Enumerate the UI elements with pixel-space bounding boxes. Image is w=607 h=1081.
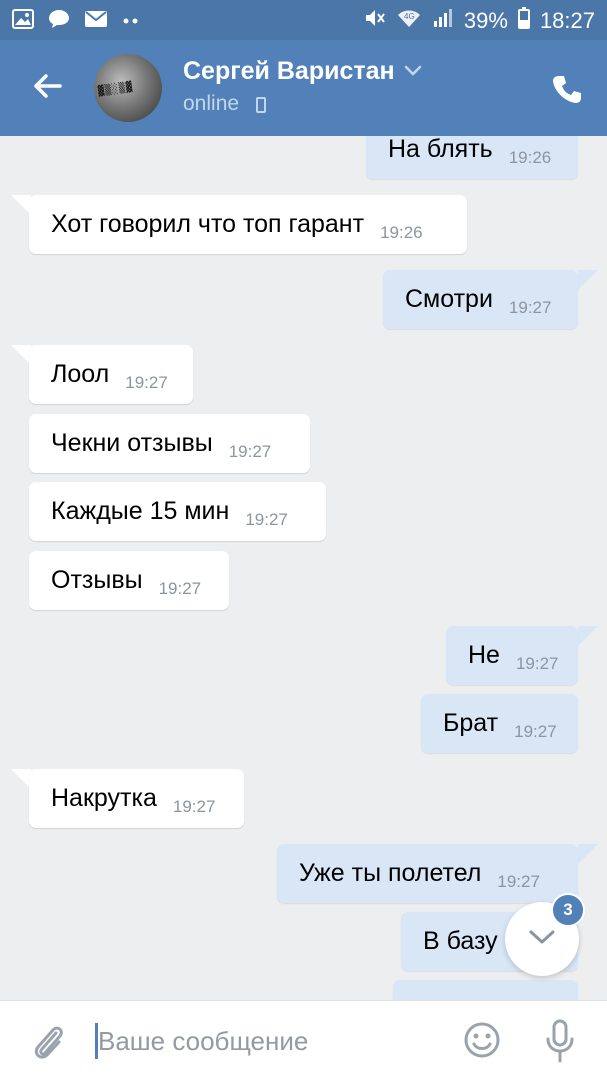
- microphone-icon[interactable]: [545, 1019, 575, 1068]
- message-text: Лоол: [51, 360, 110, 388]
- contact-status: online: [183, 92, 240, 115]
- message-bubble-incoming[interactable]: Лоол 19:27: [29, 345, 193, 404]
- message-text: Уже ты полетел: [299, 859, 482, 887]
- message-time: 19:27: [245, 509, 288, 529]
- message-text: Каждые 15 мин: [51, 497, 230, 525]
- message-bubble-outgoing[interactable]: Не 19:27: [446, 626, 578, 685]
- more-dots-icon: [122, 13, 140, 31]
- clock: 18:27: [539, 8, 595, 33]
- message-time: 19:27: [508, 297, 552, 317]
- chat-header: ▓▒░▒▓ Сергей Варистан online: [0, 40, 607, 136]
- message-text: Отзывы: [51, 566, 143, 594]
- message-time: 19:26: [508, 147, 552, 167]
- message-bubble-outgoing[interactable]: Смотри 19:27: [383, 270, 578, 329]
- bubble-tail: [578, 626, 598, 646]
- message-bubble-incoming[interactable]: Каждые 15 мин 19:27: [29, 482, 326, 541]
- unread-badge: 3: [551, 893, 585, 927]
- bubble-tail: [11, 195, 31, 215]
- back-arrow-icon[interactable]: [30, 68, 66, 104]
- bubble-tail: [11, 345, 31, 365]
- avatar[interactable]: ▓▒░▒▓: [94, 54, 162, 122]
- chat-bubble-icon: [48, 9, 70, 34]
- message-time: 19:26: [380, 222, 423, 242]
- message-bubble-outgoing[interactable]: Уже ты полетел 19:27: [277, 844, 578, 903]
- bubble-tail: [11, 769, 31, 789]
- emoji-icon[interactable]: [463, 1021, 501, 1064]
- message-list[interactable]: На блять 19:26 Хот говорил что топ гаран…: [0, 136, 607, 1000]
- chevron-down-icon[interactable]: [403, 64, 423, 83]
- composer-bar: [0, 1000, 607, 1081]
- status-bar: 4G 39% 18:27: [0, 0, 607, 40]
- message-time: 19:27: [497, 871, 540, 891]
- phone-call-icon[interactable]: [551, 73, 583, 110]
- battery-icon: [517, 7, 530, 35]
- message-text: Накрутка: [51, 784, 157, 812]
- signal-icon: [432, 7, 454, 35]
- mute-icon: [364, 7, 386, 35]
- wifi-icon: 4G: [396, 7, 422, 35]
- image-icon: [12, 9, 34, 34]
- message-text: В базу: [423, 927, 498, 955]
- message-time: 19:27: [125, 372, 168, 392]
- svg-text:4G: 4G: [404, 12, 415, 21]
- message-text: На блять: [388, 136, 493, 163]
- message-bubble-incoming[interactable]: Отзывы 19:27: [29, 551, 229, 610]
- message-text: Смотри: [405, 285, 493, 313]
- message-bubble-outgoing[interactable]: На блять 19:26: [366, 136, 578, 179]
- message-bubble-incoming[interactable]: Чекни отзывы 19:27: [29, 414, 310, 473]
- message-bubble-outgoing[interactable]: [393, 980, 578, 1000]
- message-text: Чекни отзывы: [51, 429, 213, 457]
- message-time: 19:27: [515, 653, 559, 673]
- message-time: 19:27: [514, 721, 557, 741]
- bubble-tail: [578, 270, 598, 290]
- contact-name[interactable]: Сергей Варистан: [183, 57, 395, 86]
- mail-icon: [84, 10, 108, 33]
- paperclip-icon[interactable]: [30, 1021, 66, 1066]
- message-time: 19:27: [228, 441, 272, 461]
- message-bubble-incoming[interactable]: Хот говорил что топ гарант 19:26: [29, 195, 467, 254]
- mobile-device-icon: [256, 97, 266, 113]
- chevron-down-icon: [527, 928, 557, 951]
- bubble-tail: [578, 844, 598, 864]
- battery-percent: 39%: [463, 8, 508, 33]
- message-bubble-outgoing[interactable]: Брат 19:27: [421, 694, 578, 753]
- message-input[interactable]: [98, 1019, 438, 1063]
- message-bubble-incoming[interactable]: Накрутка 19:27: [29, 769, 244, 828]
- message-time: 19:27: [172, 796, 216, 816]
- message-time: 19:27: [158, 578, 202, 598]
- avatar-graphic: ▓▒░▒▓: [97, 81, 134, 98]
- message-text: Брат: [443, 709, 499, 737]
- message-text: Не: [468, 641, 500, 669]
- message-text: Хот говорил что топ гарант: [51, 210, 365, 238]
